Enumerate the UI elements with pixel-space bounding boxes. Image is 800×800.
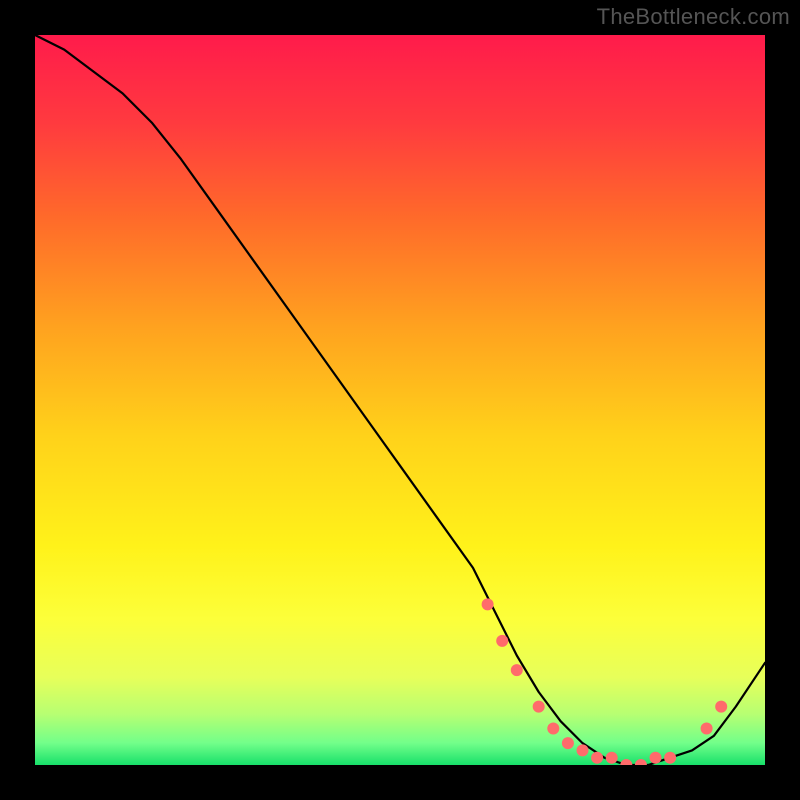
chart-frame: TheBottleneck.com [0, 0, 800, 800]
highlight-point [482, 598, 494, 610]
highlight-point [562, 737, 574, 749]
watermark-text: TheBottleneck.com [597, 4, 790, 30]
highlight-point [547, 723, 559, 735]
gradient-background [35, 35, 765, 765]
highlight-point [496, 635, 508, 647]
highlight-point [577, 744, 589, 756]
plot-outer [30, 30, 770, 770]
chart-svg [35, 35, 765, 765]
plot-area [35, 35, 765, 765]
highlight-point [715, 701, 727, 713]
highlight-point [533, 701, 545, 713]
highlight-point [511, 664, 523, 676]
highlight-point [650, 752, 662, 764]
highlight-point [701, 723, 713, 735]
highlight-point [591, 752, 603, 764]
highlight-point [664, 752, 676, 764]
highlight-point [606, 752, 618, 764]
